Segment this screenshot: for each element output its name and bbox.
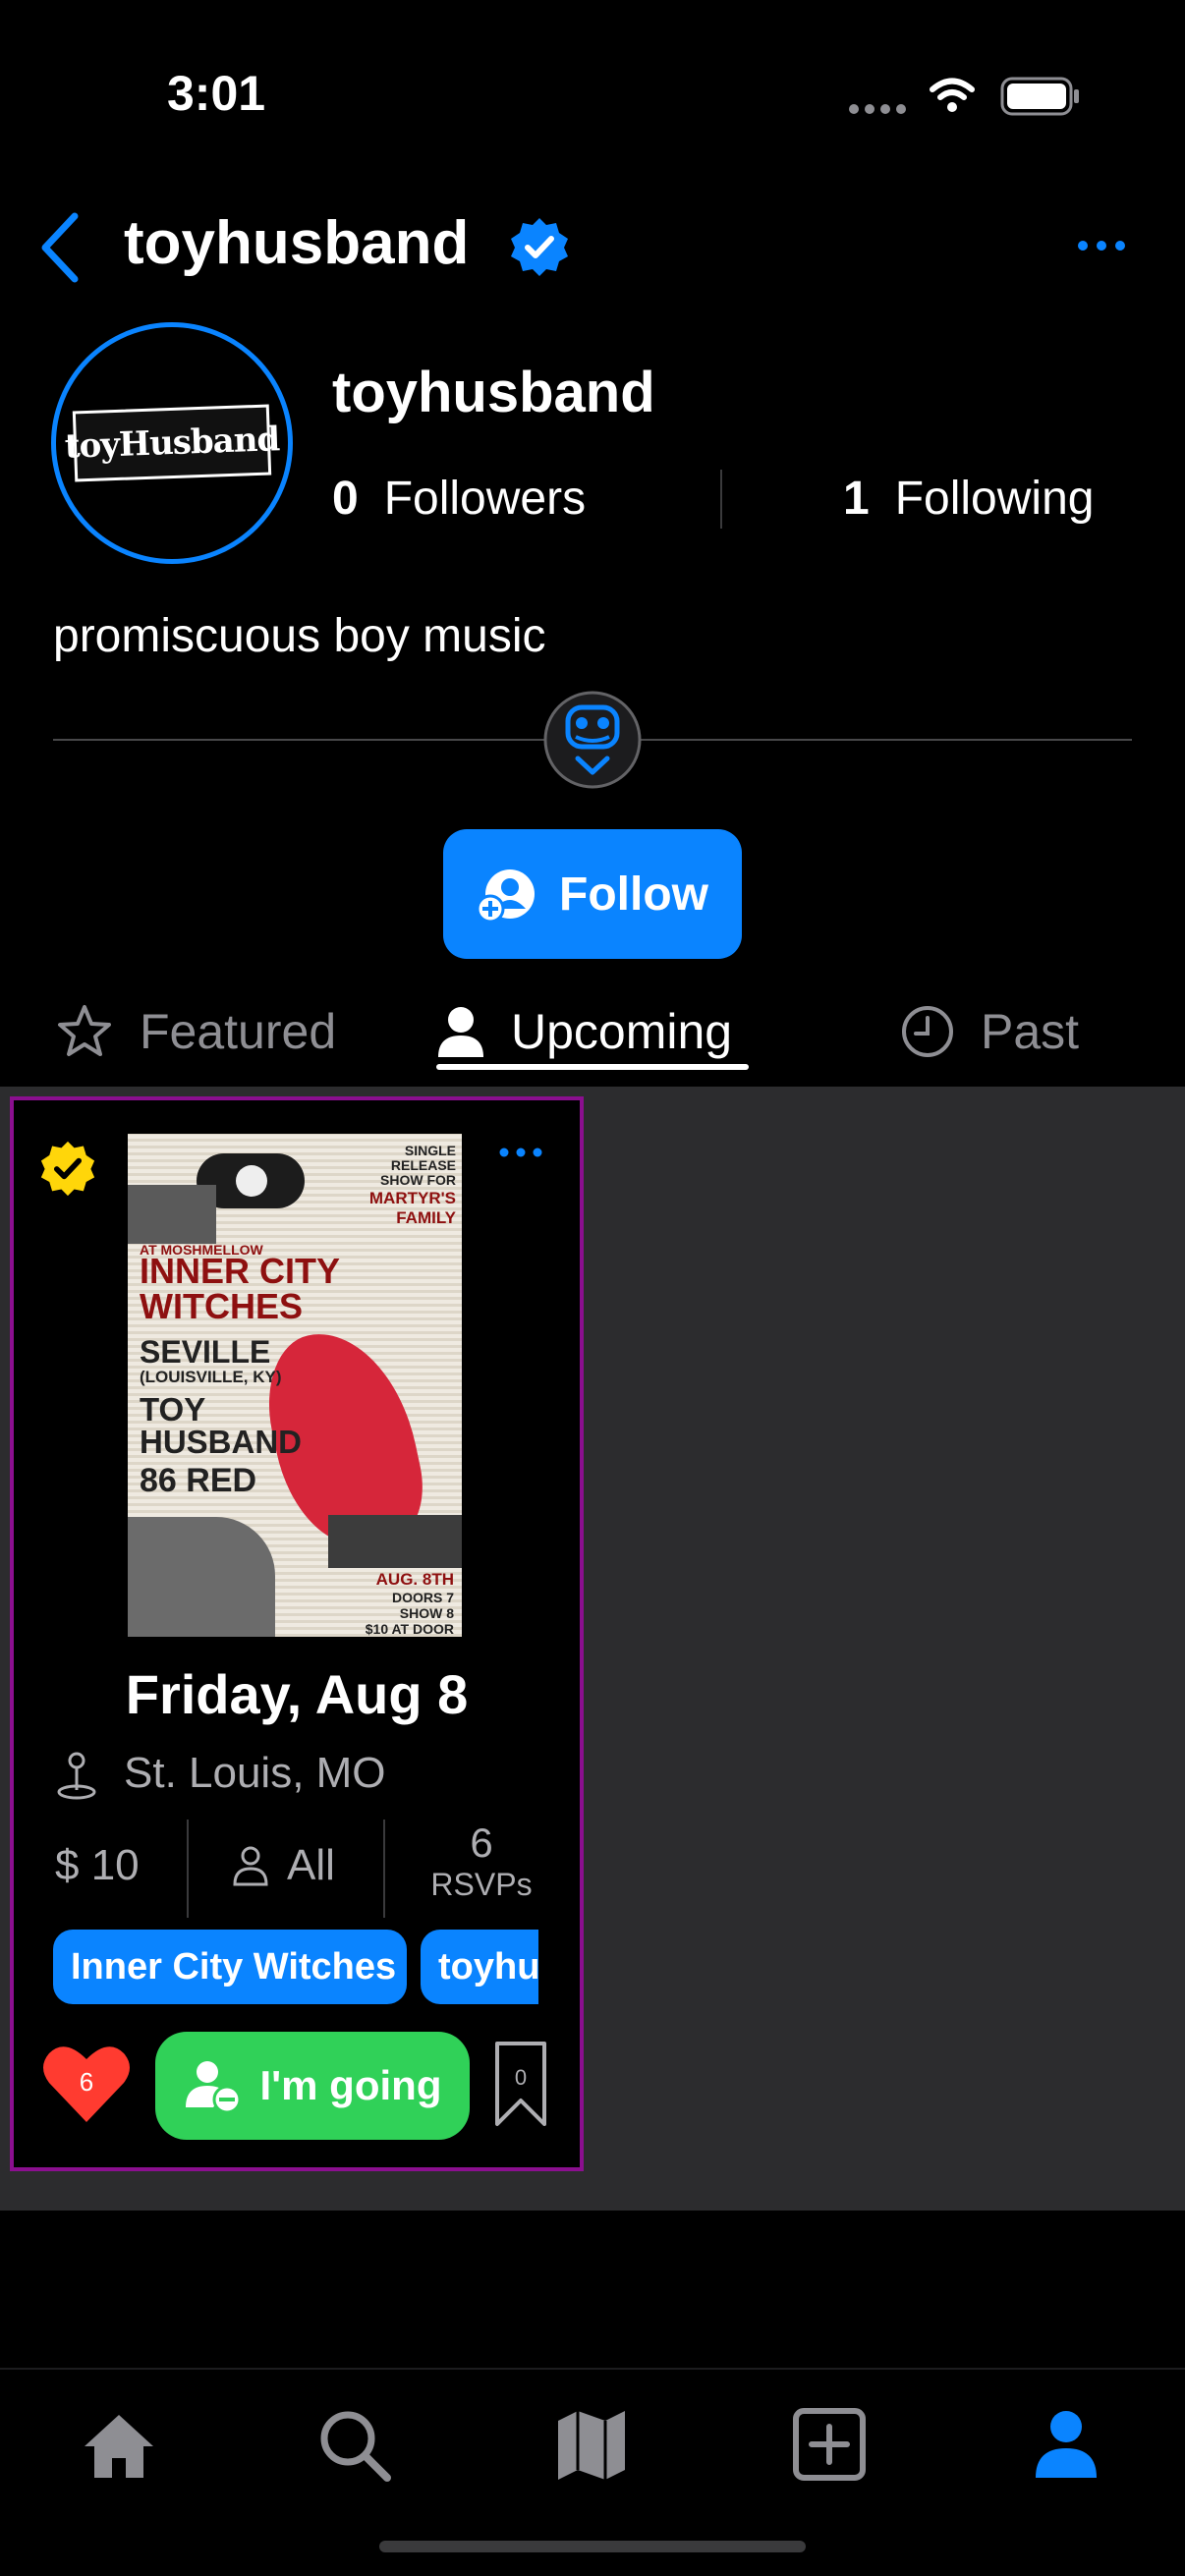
profile-bio: promiscuous boy music [53,610,546,662]
verified-badge-icon [511,218,568,276]
poster-act2: SEVILLE [140,1334,271,1370]
follow-button[interactable]: Follow [443,829,742,959]
clock-icon [902,1006,953,1057]
page-title: toyhusband [124,209,470,277]
event-more-options-icon[interactable] [497,1144,544,1161]
followers-count: 0 [332,473,359,525]
stats-divider [720,470,722,529]
wifi-icon [930,78,975,112]
tag-chip[interactable]: toyhusband [421,1930,538,2004]
followers-label: Followers [383,473,587,525]
person-minus-icon [185,2061,242,2113]
tab-featured[interactable]: Featured [55,992,336,1071]
person-icon [438,1007,483,1057]
poster-price: $10 AT DOOR [365,1621,454,1637]
following-stat[interactable]: 1 Following [843,472,1094,526]
location-pin-icon [57,1752,96,1800]
add-person-icon [477,869,536,924]
rsvp-count: 6 [470,1820,493,1866]
like-button[interactable]: 6 [39,2040,134,2128]
event-poster[interactable]: SINGLE RELEASE SHOW FOR MARTYR'S FAMILY … [128,1134,462,1637]
bookmark-count: 0 [514,2065,528,2090]
back-chevron-icon[interactable] [35,210,85,285]
followers-stat[interactable]: 0 Followers [332,472,586,526]
poster-date: AUG. 8TH [375,1570,454,1589]
home-indicator [379,2541,806,2552]
poster-doors: DOORS 7 [391,1590,454,1605]
following-label: Following [894,473,1095,525]
profile-icon[interactable] [1032,2407,1100,2480]
verified-event-badge-icon [40,1141,95,1197]
event-location: St. Louis, MO [124,1749,386,1797]
avatar[interactable]: toyHusband [51,322,293,564]
active-tab-indicator [436,1064,749,1070]
profile-name: toyhusband [332,361,655,424]
home-icon[interactable] [81,2409,157,2482]
info-divider [383,1820,385,1918]
star-icon [58,1005,111,1056]
battery-icon [1000,77,1079,116]
add-icon[interactable] [792,2407,867,2482]
poster-act2-note: (LOUISVILLE, KY) [140,1368,282,1386]
rsvp-stat: 6 RSVPs [413,1820,550,1903]
event-age: All [287,1841,335,1889]
mascot-expand-icon[interactable] [542,690,643,790]
info-divider [187,1820,189,1918]
map-icon[interactable] [554,2407,629,2484]
tab-past-label: Past [981,1004,1080,1059]
event-date: Friday, Aug 8 [125,1663,469,1725]
tag-chip[interactable]: Inner City Witches [53,1930,407,2004]
poster-act3: TOY HUSBAND [140,1391,302,1460]
cellular-signal-icon [849,104,906,114]
search-icon[interactable] [316,2407,393,2484]
status-time: 3:01 [167,66,266,121]
more-options-icon[interactable] [1075,236,1128,255]
tab-past[interactable]: Past [900,992,1079,1071]
following-count: 1 [843,473,870,525]
follow-button-label: Follow [559,868,708,921]
avatar-logo-text: toyHusband [64,420,280,467]
im-going-label: I'm going [259,2062,442,2108]
like-count: 6 [79,2067,94,2097]
person-outline-icon [233,1846,268,1886]
poster-top-label: SINGLE RELEASE SHOW FOR [380,1143,456,1188]
event-price: $ 10 [55,1841,140,1889]
im-going-button[interactable]: I'm going [155,2032,470,2140]
poster-act4: 86 RED [140,1462,257,1499]
rsvp-label: RSVPs [430,1867,533,1902]
poster-headliner: INNER CITY WITCHES [140,1251,340,1326]
poster-band-top: MARTYR'S FAMILY [368,1189,456,1227]
tab-featured-label: Featured [140,1004,337,1059]
tab-upcoming[interactable]: Upcoming [436,992,732,1071]
tab-upcoming-label: Upcoming [511,1004,733,1059]
poster-show: SHOW 8 [399,1605,454,1621]
bookmark-button[interactable]: 0 [493,2040,548,2130]
